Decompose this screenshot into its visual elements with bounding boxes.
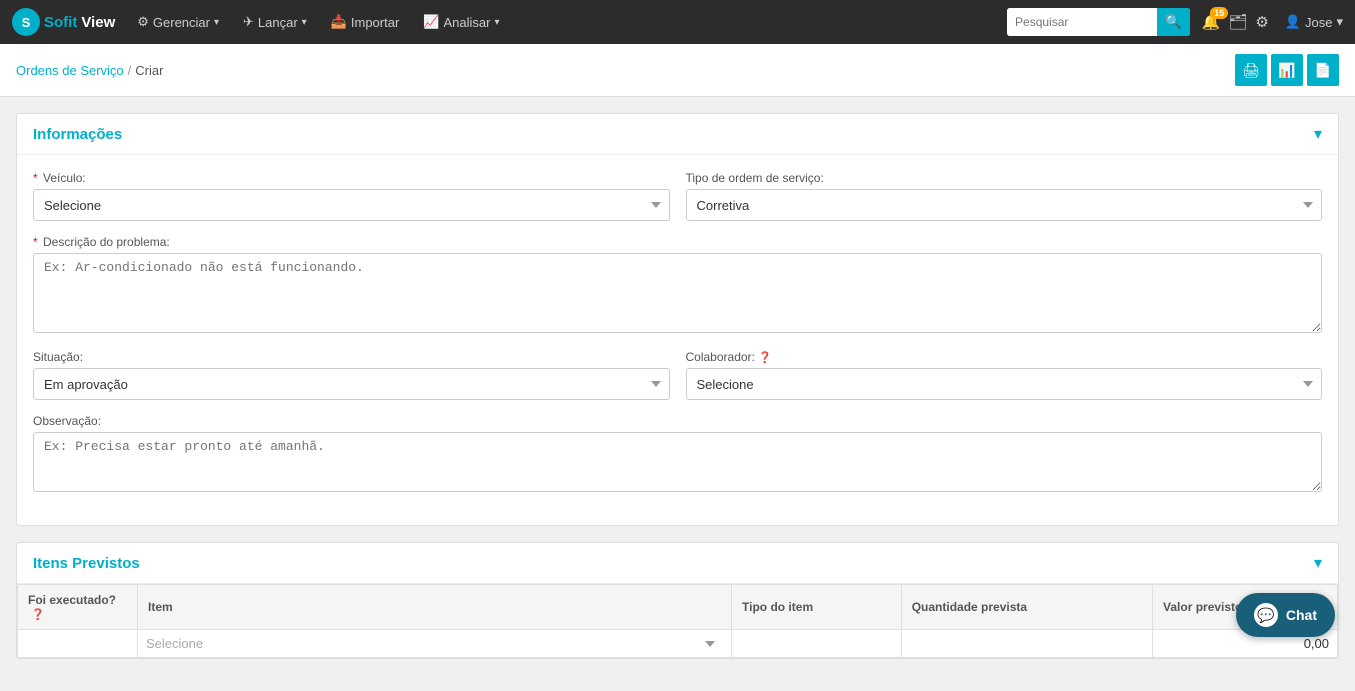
itens-previstos-header: Itens Previstos ▾ <box>17 543 1338 584</box>
nav-gerenciar[interactable]: ⚙ Gerenciar ▾ <box>127 0 229 44</box>
itens-previstos-toggle[interactable]: ▾ <box>1314 553 1322 573</box>
nav-analisar[interactable]: 📈 Analisar ▾ <box>413 0 509 44</box>
action-btn-3[interactable]: 📄 <box>1307 54 1339 86</box>
tipo-ordem-col: Tipo de ordem de serviço: Corretiva Prev… <box>686 171 1323 221</box>
main-content: Informações ▾ * Veículo: Selecione Tipo … <box>0 97 1355 691</box>
action-btn-1[interactable]: 🖨 <box>1235 54 1267 86</box>
chat-label: Chat <box>1286 607 1317 623</box>
breadcrumb-current: Criar <box>135 63 163 78</box>
form-row-veiculo-tipo: * Veículo: Selecione Tipo de ordem de se… <box>33 171 1322 221</box>
td-quantidade <box>901 630 1152 658</box>
observacao-label: Observação: <box>33 414 1322 428</box>
chevron-down-icon: ▾ <box>214 17 219 28</box>
informacoes-body: * Veículo: Selecione Tipo de ordem de se… <box>17 155 1338 525</box>
veiculo-col: * Veículo: Selecione <box>33 171 670 221</box>
settings-icon[interactable]: ⚙ <box>1255 13 1268 31</box>
breadcrumb-bar: Ordens de Serviço / Criar 🖨 📊 📄 <box>0 44 1355 97</box>
form-row-descricao: * Descrição do problema: <box>33 235 1322 336</box>
form-row-observacao: Observação: <box>33 414 1322 495</box>
foi-executado-help-icon[interactable]: ❓ <box>31 609 45 621</box>
colaborador-col: Colaborador: ❓ Selecione <box>686 350 1323 400</box>
brand-sofit: Sofit <box>44 14 77 31</box>
td-foi-executado <box>18 630 138 658</box>
th-tipo-item: Tipo do item <box>732 585 902 630</box>
tipo-ordem-label: Tipo de ordem de serviço: <box>686 171 1323 185</box>
td-item: Selecione <box>138 630 732 658</box>
observacao-textarea[interactable] <box>33 432 1322 492</box>
table-row: Selecione 0,00 <box>18 630 1338 658</box>
notifications-badge: 15 <box>1210 7 1228 19</box>
th-quantidade-prevista: Quantidade prevista <box>901 585 1152 630</box>
brand-view: View <box>81 14 115 31</box>
tipo-ordem-select[interactable]: Corretiva Preventiva Preditiva <box>686 189 1323 221</box>
chevron-down-icon: ▾ <box>494 17 499 28</box>
item-select[interactable]: Selecione <box>146 636 723 651</box>
brand-logo-area: S Sofit View <box>12 8 115 36</box>
informacoes-title: Informações <box>33 126 122 143</box>
action-buttons: 🖨 📊 📄 <box>1235 54 1339 86</box>
breadcrumb: Ordens de Serviço / Criar <box>16 63 163 78</box>
td-tipo-item <box>732 630 902 658</box>
action-btn-2[interactable]: 📊 <box>1271 54 1303 86</box>
documents-icon[interactable]: 🗂 <box>1228 13 1247 31</box>
chevron-down-icon: ▾ <box>302 17 307 28</box>
itens-previstos-section: Itens Previstos ▾ Foi executado? ❓ Item … <box>16 542 1339 659</box>
descricao-col: * Descrição do problema: <box>33 235 1322 336</box>
informacoes-section: Informações ▾ * Veículo: Selecione Tipo … <box>16 113 1339 526</box>
nav-icons: 🔔 15 🗂 ⚙ 👤 Jose ▾ <box>1202 13 1343 31</box>
chat-button[interactable]: 💬 Chat <box>1236 593 1335 637</box>
itens-previstos-body: Foi executado? ❓ Item Tipo do item Quant… <box>17 584 1338 658</box>
th-foi-executado: Foi executado? ❓ <box>18 585 138 630</box>
notifications-icon[interactable]: 🔔 15 <box>1202 13 1221 31</box>
th-item: Item <box>138 585 732 630</box>
descricao-label: * Descrição do problema: <box>33 235 1322 249</box>
veiculo-select[interactable]: Selecione <box>33 189 670 221</box>
situacao-label: Situação: <box>33 350 670 364</box>
itens-table: Foi executado? ❓ Item Tipo do item Quant… <box>17 584 1338 658</box>
brand-icon: S <box>12 8 40 36</box>
situacao-select[interactable]: Em aprovação Aprovada Em execução Conclu… <box>33 368 670 400</box>
user-menu[interactable]: 👤 Jose ▾ <box>1285 14 1343 30</box>
veiculo-label: * Veículo: <box>33 171 670 185</box>
colaborador-help-icon[interactable]: ❓ <box>758 352 772 364</box>
nav-lancar[interactable]: ✈ Lançar ▾ <box>233 0 317 44</box>
informacoes-header: Informações ▾ <box>17 114 1338 155</box>
search-input[interactable] <box>1007 8 1157 36</box>
colaborador-label: Colaborador: ❓ <box>686 350 1323 364</box>
form-row-situacao-colaborador: Situação: Em aprovação Aprovada Em execu… <box>33 350 1322 400</box>
breadcrumb-parent-link[interactable]: Ordens de Serviço <box>16 63 124 78</box>
search-button[interactable]: 🔍 <box>1157 8 1190 36</box>
chevron-down-icon: ▾ <box>1336 14 1343 30</box>
breadcrumb-separator: / <box>128 63 132 78</box>
chat-icon: 💬 <box>1254 603 1278 627</box>
situacao-col: Situação: Em aprovação Aprovada Em execu… <box>33 350 670 400</box>
top-navigation: S Sofit View ⚙ Gerenciar ▾ ✈ Lançar ▾ 📥 … <box>0 0 1355 44</box>
informacoes-toggle[interactable]: ▾ <box>1314 124 1322 144</box>
search-box: 🔍 <box>1007 8 1190 36</box>
colaborador-select[interactable]: Selecione <box>686 368 1323 400</box>
table-header-row: Foi executado? ❓ Item Tipo do item Quant… <box>18 585 1338 630</box>
nav-importar[interactable]: 📥 Importar <box>321 0 410 44</box>
descricao-textarea[interactable] <box>33 253 1322 333</box>
observacao-col: Observação: <box>33 414 1322 495</box>
itens-previstos-title: Itens Previstos <box>33 555 140 572</box>
